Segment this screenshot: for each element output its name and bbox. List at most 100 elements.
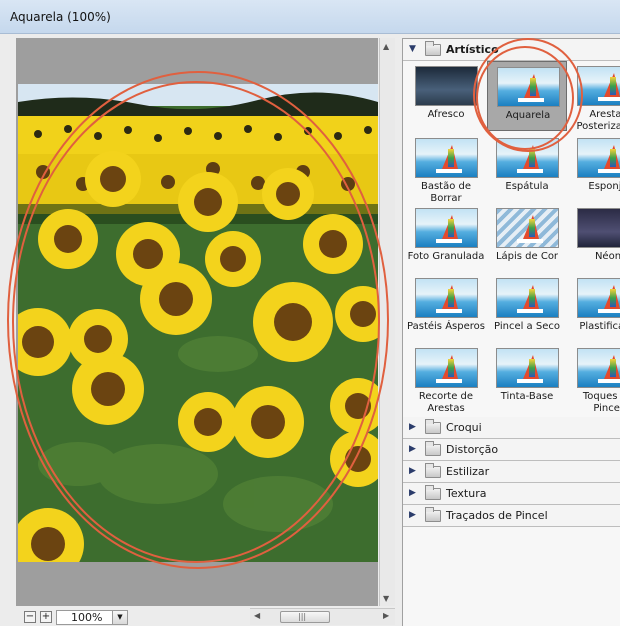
category-label: Traçados de Pincel — [446, 509, 548, 522]
sailboat-sail2-icon — [529, 149, 535, 167]
sailboat-sail2-icon — [448, 359, 454, 377]
sailboat-hull-icon — [517, 169, 543, 173]
filter-label: Foto Granulada — [407, 251, 485, 262]
sailboat-hull-icon — [598, 309, 620, 313]
filter-thumbnail[interactable]: Aquarela — [487, 61, 567, 131]
sailboat-sail2-icon — [610, 77, 616, 95]
filter-thumbnail[interactable]: Tinta-Base — [487, 343, 567, 413]
filter-preview-icon — [497, 67, 560, 107]
sailboat-sail2-icon — [530, 78, 536, 96]
filter-thumbnail[interactable]: Pastéis Ásperos — [406, 273, 486, 343]
sailboat-sail2-icon — [529, 359, 535, 377]
folder-open-icon — [425, 41, 441, 56]
filter-thumbnail[interactable]: Lápis de Cor — [487, 203, 567, 273]
filter-label: Pastéis Ásperos — [407, 321, 485, 332]
sailboat-hull-icon — [518, 98, 544, 102]
filter-label: Plastificado — [579, 321, 620, 332]
scroll-right-icon[interactable]: ▶ — [383, 611, 389, 620]
filter-thumbnail[interactable]: Afresco — [406, 61, 486, 131]
sailboat-sail2-icon — [610, 359, 616, 377]
sailboat-sail2-icon — [529, 219, 535, 237]
title-bar: Aquarela (100%) — [0, 0, 620, 34]
sunflower-preview-image — [18, 84, 378, 562]
filter-label: Afresco — [427, 109, 465, 120]
category-estilizar[interactable]: ▶ Estilizar — [403, 461, 620, 483]
zoom-out-button[interactable]: − — [24, 611, 36, 623]
filter-thumbnail[interactable]: Toques de Pincel — [568, 343, 620, 414]
scroll-grip-icon: ||| — [298, 612, 307, 621]
sailboat-hull-icon — [517, 379, 543, 383]
filter-label: Tinta-Base — [500, 391, 554, 402]
filter-thumbnail[interactable]: Pincel a Seco — [487, 273, 567, 343]
sailboat-sail2-icon — [610, 289, 616, 307]
filter-thumbnail[interactable]: Arestas Posterizadas — [568, 61, 620, 132]
filter-preview-icon — [415, 138, 478, 178]
sailboat-hull-icon — [598, 97, 620, 101]
category-label: Distorção — [446, 443, 499, 456]
filter-label: Espátula — [505, 181, 549, 192]
filter-label: Néon — [594, 251, 620, 262]
category-croqui[interactable]: ▶ Croqui — [403, 417, 620, 439]
category-label: Estilizar — [446, 465, 490, 478]
collapsed-triangle-icon[interactable]: ▶ — [409, 444, 416, 454]
filter-preview-icon — [415, 278, 478, 318]
filter-thumbnail[interactable]: Esponja — [568, 133, 620, 203]
zoom-controls: − + 100% ▼ — [16, 608, 250, 626]
preview-horizontal-scrollbar[interactable]: ◀ ||| ▶ — [250, 608, 395, 625]
filter-thumbnail[interactable]: Espátula — [487, 133, 567, 203]
sailboat-sail2-icon — [448, 219, 454, 237]
scroll-down-icon[interactable]: ▼ — [383, 594, 389, 603]
filter-preview-icon — [496, 138, 559, 178]
category-label: Textura — [446, 487, 487, 500]
filter-preview-icon — [577, 208, 620, 248]
category-artistico[interactable]: ▼ Artístico — [403, 39, 620, 61]
zoom-level-value: 100% — [71, 611, 103, 624]
folder-icon — [425, 419, 441, 434]
sailboat-sail2-icon — [610, 149, 616, 167]
collapsed-triangle-icon[interactable]: ▶ — [409, 510, 416, 520]
filter-preview-icon — [577, 66, 620, 106]
category-distorcao[interactable]: ▶ Distorção — [403, 439, 620, 461]
filter-label: Aquarela — [505, 110, 551, 121]
filter-preview-icon — [496, 348, 559, 388]
filter-thumbnail[interactable]: Foto Granulada — [406, 203, 486, 273]
scroll-thumb[interactable]: ||| — [280, 611, 330, 623]
filter-thumbnail[interactable]: Bastão de Borrar — [406, 133, 486, 204]
collapsed-triangle-icon[interactable]: ▶ — [409, 466, 416, 476]
category-tracados-de-pincel[interactable]: ▶ Traçados de Pincel — [403, 505, 620, 527]
filter-preview-icon — [577, 348, 620, 388]
sailboat-hull-icon — [436, 379, 462, 383]
filter-preview-icon — [415, 66, 478, 106]
filter-preview-icon — [415, 348, 478, 388]
filter-thumbnail[interactable]: Plastificado — [568, 273, 620, 343]
window-title: Aquarela (100%) — [10, 10, 111, 24]
sailboat-hull-icon — [436, 239, 462, 243]
scroll-left-icon[interactable]: ◀ — [254, 611, 260, 620]
filter-label: Arestas Posterizadas — [576, 109, 620, 132]
filter-gallery: ▼ Artístico Afresco Aquarela Arestas Poste… — [402, 38, 620, 626]
sailboat-sail2-icon — [448, 149, 454, 167]
zoom-dropdown-icon[interactable]: ▼ — [112, 611, 127, 624]
sailboat-hull-icon — [517, 309, 543, 313]
expanded-triangle-icon[interactable]: ▼ — [409, 44, 416, 54]
filter-preview-icon — [577, 138, 620, 178]
filter-thumbnail[interactable]: Recorte de Arestas — [406, 343, 486, 414]
sailboat-hull-icon — [598, 169, 620, 173]
category-textura[interactable]: ▶ Textura — [403, 483, 620, 505]
folder-icon — [425, 441, 441, 456]
scroll-up-icon[interactable]: ▲ — [383, 42, 389, 51]
collapsed-triangle-icon[interactable]: ▶ — [409, 488, 416, 498]
sailboat-hull-icon — [517, 239, 543, 243]
filter-thumbnail[interactable]: Néon — [568, 203, 620, 273]
filter-label: Esponja — [588, 181, 620, 192]
folder-icon — [425, 507, 441, 522]
sunflower-field-illustration — [18, 84, 378, 562]
zoom-in-button[interactable]: + — [40, 611, 52, 623]
preview-vertical-scrollbar[interactable]: ▲ ▼ — [379, 38, 395, 606]
filter-preview-icon — [415, 208, 478, 248]
filter-preview-icon — [496, 208, 559, 248]
filter-label: Recorte de Arestas — [418, 391, 474, 414]
filter-label: Pincel a Seco — [494, 321, 560, 332]
filter-label: Lápis de Cor — [495, 251, 559, 262]
collapsed-triangle-icon[interactable]: ▶ — [409, 422, 416, 432]
